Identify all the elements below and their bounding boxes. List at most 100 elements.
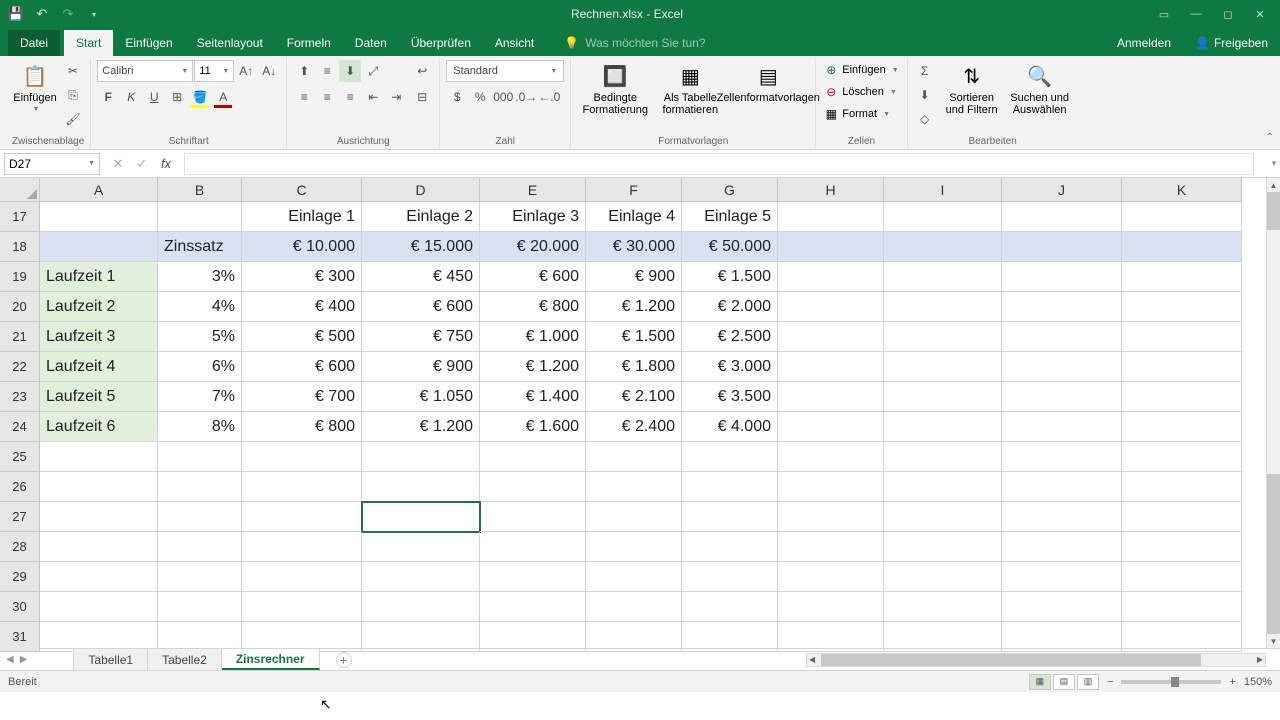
col-header-A[interactable]: A — [40, 178, 158, 202]
cell-K25[interactable] — [1122, 442, 1242, 472]
cell-G26[interactable] — [682, 472, 778, 502]
close-icon[interactable]: ✕ — [1244, 2, 1276, 26]
scroll-thumb[interactable] — [1267, 474, 1280, 634]
find-select-button[interactable]: 🔍 Suchen und Auswählen — [1008, 60, 1072, 116]
fill-icon[interactable]: ⬇ — [914, 84, 936, 106]
cell-I24[interactable] — [884, 412, 1002, 442]
cell-I18[interactable] — [884, 232, 1002, 262]
col-header-I[interactable]: I — [884, 178, 1002, 202]
worksheet-grid[interactable]: ABCDEFGHIJK17Einlage 1Einlage 2Einlage 3… — [0, 178, 1280, 648]
cell-A26[interactable] — [40, 472, 158, 502]
expand-formula-icon[interactable]: ▾ — [1268, 158, 1280, 169]
cell-H23[interactable] — [778, 382, 884, 412]
cell-D21[interactable]: € 750 — [362, 322, 480, 352]
cell-G31[interactable] — [682, 622, 778, 652]
cell-H31[interactable] — [778, 622, 884, 652]
tab-data[interactable]: Daten — [343, 30, 399, 56]
cell-D31[interactable] — [362, 622, 480, 652]
border-icon[interactable]: ⊞ — [166, 86, 188, 108]
cell-F23[interactable]: € 2.100 — [586, 382, 682, 412]
cell-A29[interactable] — [40, 562, 158, 592]
cell-E29[interactable] — [480, 562, 586, 592]
sheet-nav-prev-icon[interactable]: ◀ — [6, 654, 14, 665]
cell-I27[interactable] — [884, 502, 1002, 532]
cell-C30[interactable] — [242, 592, 362, 622]
cell-C28[interactable] — [242, 532, 362, 562]
cell-G28[interactable] — [682, 532, 778, 562]
zoom-in-icon[interactable]: + — [1229, 676, 1235, 688]
row-header-28[interactable]: 28 — [0, 532, 40, 562]
zoom-out-icon[interactable]: − — [1107, 676, 1113, 688]
increase-decimal-icon[interactable]: .0→ — [515, 86, 537, 108]
cell-C20[interactable]: € 400 — [242, 292, 362, 322]
cell-B27[interactable] — [158, 502, 242, 532]
cell-C31[interactable] — [242, 622, 362, 652]
cell-D26[interactable] — [362, 472, 480, 502]
cell-E31[interactable] — [480, 622, 586, 652]
tab-file[interactable]: Datei — [8, 30, 60, 56]
cell-G25[interactable] — [682, 442, 778, 472]
row-header-26[interactable]: 26 — [0, 472, 40, 502]
cell-D20[interactable]: € 600 — [362, 292, 480, 322]
row-header-27[interactable]: 27 — [0, 502, 40, 532]
row-header-31[interactable]: 31 — [0, 622, 40, 652]
cell-K17[interactable] — [1122, 202, 1242, 232]
cell-C21[interactable]: € 500 — [242, 322, 362, 352]
cell-K19[interactable] — [1122, 262, 1242, 292]
zoom-slider[interactable] — [1121, 680, 1221, 684]
cell-K27[interactable] — [1122, 502, 1242, 532]
cell-I25[interactable] — [884, 442, 1002, 472]
cell-H22[interactable] — [778, 352, 884, 382]
cell-A24[interactable]: Laufzeit 6 — [40, 412, 158, 442]
cell-K23[interactable] — [1122, 382, 1242, 412]
name-box[interactable]: D27▼ — [4, 153, 100, 175]
align-middle-icon[interactable]: ≡ — [316, 60, 338, 82]
cell-K21[interactable] — [1122, 322, 1242, 352]
tab-formulas[interactable]: Formeln — [275, 30, 343, 56]
cell-I20[interactable] — [884, 292, 1002, 322]
cell-I19[interactable] — [884, 262, 1002, 292]
align-top-icon[interactable]: ⬆ — [293, 60, 315, 82]
cell-E24[interactable]: € 1.600 — [480, 412, 586, 442]
cell-K30[interactable] — [1122, 592, 1242, 622]
cell-H27[interactable] — [778, 502, 884, 532]
cell-A17[interactable] — [40, 202, 158, 232]
cut-icon[interactable]: ✂ — [62, 60, 84, 82]
cell-B31[interactable] — [158, 622, 242, 652]
cell-B24[interactable]: 8% — [158, 412, 242, 442]
cell-E21[interactable]: € 1.000 — [480, 322, 586, 352]
scroll-thumb[interactable] — [821, 654, 1201, 666]
align-left-icon[interactable]: ≡ — [293, 86, 315, 108]
cell-E18[interactable]: € 20.000 — [480, 232, 586, 262]
select-all-corner[interactable] — [0, 178, 40, 202]
page-break-view-icon[interactable]: ▥ — [1077, 674, 1099, 690]
cell-I26[interactable] — [884, 472, 1002, 502]
conditional-formatting-button[interactable]: 🔲 Bedingte Formatierung — [577, 60, 653, 116]
share-button[interactable]: 👤 Freigeben — [1183, 30, 1280, 56]
tab-view[interactable]: Ansicht — [483, 30, 546, 56]
sheet-tab-tabelle2[interactable]: Tabelle2 — [148, 649, 222, 670]
cell-E26[interactable] — [480, 472, 586, 502]
cell-A18[interactable] — [40, 232, 158, 262]
cell-C19[interactable]: € 300 — [242, 262, 362, 292]
redo-icon[interactable]: ↷ — [56, 2, 80, 26]
cell-styles-button[interactable]: ▤ Zellenformatvorlagen — [727, 60, 809, 104]
cell-A30[interactable] — [40, 592, 158, 622]
cell-K20[interactable] — [1122, 292, 1242, 322]
cell-C25[interactable] — [242, 442, 362, 472]
sort-filter-button[interactable]: ⇅ Sortieren und Filtern — [940, 60, 1004, 116]
cell-G17[interactable]: Einlage 5 — [682, 202, 778, 232]
cell-C24[interactable]: € 800 — [242, 412, 362, 442]
cell-D25[interactable] — [362, 442, 480, 472]
cell-B26[interactable] — [158, 472, 242, 502]
cell-A23[interactable]: Laufzeit 5 — [40, 382, 158, 412]
cell-G22[interactable]: € 3.000 — [682, 352, 778, 382]
save-icon[interactable]: 💾 — [4, 2, 28, 26]
cell-B18[interactable]: Zinssatz — [158, 232, 242, 262]
vertical-scrollbar[interactable]: ▲ ▼ — [1266, 178, 1280, 648]
cell-C26[interactable] — [242, 472, 362, 502]
cell-A28[interactable] — [40, 532, 158, 562]
cell-F30[interactable] — [586, 592, 682, 622]
cell-G30[interactable] — [682, 592, 778, 622]
cell-H18[interactable] — [778, 232, 884, 262]
